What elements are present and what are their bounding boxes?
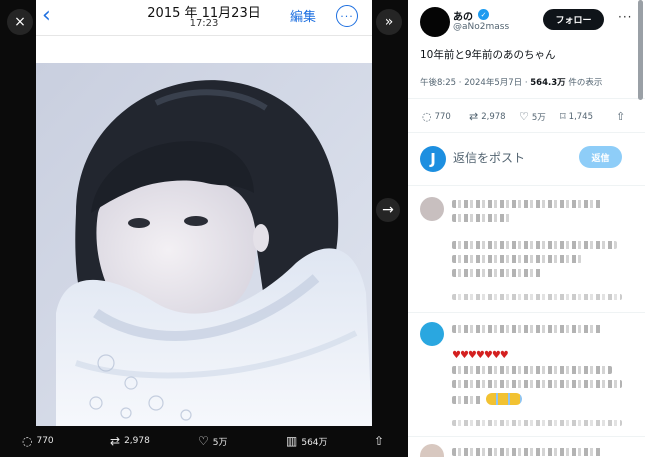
media-retweet-button[interactable]: ⇄ 2,978: [110, 434, 150, 448]
media-viewer: × ‹ 2015 年 11月23日 17:23 編集 ··· » → ◌ 770…: [0, 0, 408, 457]
divider: [408, 98, 645, 99]
reply-avatar[interactable]: [420, 444, 444, 457]
media-reply-button[interactable]: ◌ 770: [22, 434, 54, 448]
post-view-count: 564.3万: [530, 78, 566, 88]
reply-input[interactable]: 返信をポスト: [453, 149, 525, 166]
follow-button[interactable]: フォロー: [543, 9, 604, 30]
screen: × ‹ 2015 年 11月23日 17:23 編集 ··· » → ◌ 770…: [0, 0, 645, 457]
post-panel: あの ✓ @aNo2mass フォロー ··· 10年前と9年前のあのちゃん 午…: [408, 0, 645, 457]
retweet-icon: ⇄: [469, 110, 479, 123]
verified-badge-icon: ✓: [478, 9, 489, 20]
arrow-right-icon: →: [382, 202, 394, 218]
phone-header: ‹ 2015 年 11月23日 17:23 編集 ···: [36, 0, 372, 36]
blurred-text: [452, 366, 612, 374]
blurred-text: [452, 255, 582, 263]
divider: [408, 312, 645, 313]
reply-submit-button[interactable]: 返信: [579, 146, 622, 168]
blurred-text: [452, 200, 602, 208]
post-timestamp[interactable]: 午後8:25 · 2024年5月7日 ·: [420, 78, 530, 88]
retweet-button[interactable]: ⇄ 2,978: [469, 110, 506, 123]
media-views-count: 564万: [301, 437, 328, 448]
share-icon: ⇧: [374, 434, 385, 448]
divider: [408, 132, 645, 133]
blurred-text: [452, 448, 602, 456]
media-views-button[interactable]: ▥ 564万: [286, 434, 328, 448]
author-avatar[interactable]: [420, 7, 450, 37]
blurred-action-row: [452, 294, 622, 300]
media-share-button[interactable]: ⇧: [374, 434, 384, 448]
more-icon[interactable]: ···: [618, 10, 632, 24]
share-button[interactable]: ⇧: [616, 110, 625, 123]
close-icon: ×: [14, 14, 26, 30]
bookmark-button[interactable]: ⌑ 1,745: [560, 110, 593, 123]
media-action-bar: ◌ 770 ⇄ 2,978 ♡ 5万 ▥ 564万 ⇧: [0, 426, 408, 457]
media-retweet-count: 2,978: [124, 436, 150, 446]
blurred-text: [452, 269, 542, 277]
reply-avatar[interactable]: [420, 322, 444, 346]
next-image-button[interactable]: →: [376, 198, 400, 222]
my-avatar: J: [420, 146, 446, 172]
edit-label: 編集: [290, 10, 317, 25]
reply-avatar[interactable]: [420, 197, 444, 221]
post-meta: 午後8:25 · 2024年5月7日 · 564.3万 件の表示: [420, 76, 602, 88]
like-button[interactable]: ♡ 5万: [519, 110, 546, 123]
portrait-photo: [36, 63, 372, 426]
more-circle-icon: ···: [336, 5, 358, 27]
author-name[interactable]: あの: [453, 8, 473, 23]
photo-time: 17:23: [189, 18, 219, 29]
views-icon: ▥: [286, 434, 298, 448]
post-view-suffix: 件の表示: [565, 78, 603, 88]
retweet-icon: ⇄: [110, 434, 121, 448]
blurred-text: [452, 214, 512, 222]
retweet-count: 2,978: [481, 111, 506, 122]
blurred-text: [452, 396, 482, 404]
media-like-count: 5万: [212, 437, 228, 448]
reply-count: 770: [434, 111, 451, 122]
blurred-text: [452, 380, 622, 388]
blurred-text: [452, 325, 602, 333]
speech-bubble-icon: ◌: [22, 434, 33, 448]
author-handle[interactable]: @aNo2mass: [453, 22, 509, 32]
divider: [408, 436, 645, 437]
collapse-panel-button[interactable]: »: [376, 9, 402, 35]
share-icon: ⇧: [616, 110, 626, 123]
blurred-action-row: [452, 420, 622, 426]
like-icon: ♡: [519, 110, 529, 123]
reply-button[interactable]: ◌ 770: [422, 110, 451, 123]
heart-icon: ♡: [198, 434, 209, 448]
hearts-emoji: ♥♥♥♥♥♥♥: [452, 350, 509, 361]
bookmark-count: 1,745: [568, 111, 593, 122]
portrait-image: [36, 63, 372, 426]
blurred-text: [452, 241, 617, 249]
close-button[interactable]: ×: [7, 9, 33, 35]
reply-icon: ◌: [422, 110, 432, 123]
phone-screenshot: ‹ 2015 年 11月23日 17:23 編集 ···: [36, 0, 372, 426]
double-chevron-icon: »: [384, 14, 394, 30]
media-reply-count: 770: [36, 436, 54, 446]
post-text: 10年前と9年前のあのちゃん: [420, 49, 556, 61]
like-count: 5万: [531, 112, 546, 123]
crying-emoji-group: [486, 393, 522, 405]
divider: [408, 185, 645, 186]
scrollbar-thumb[interactable]: [638, 0, 643, 100]
media-like-button[interactable]: ♡ 5万: [198, 434, 228, 448]
bookmark-icon: ⌑: [560, 110, 566, 123]
